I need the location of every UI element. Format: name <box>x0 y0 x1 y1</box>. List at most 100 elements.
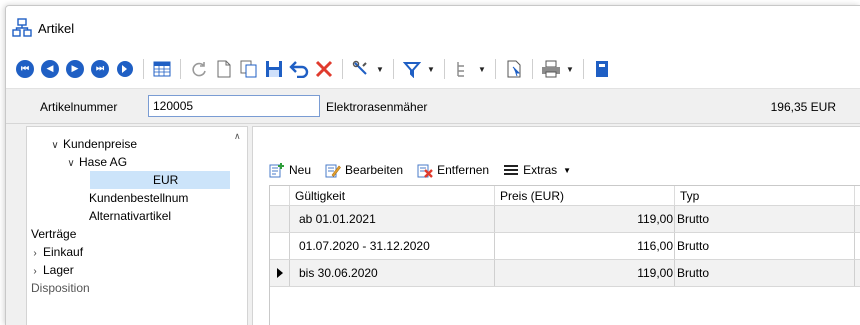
row-indicator-header <box>270 186 290 205</box>
cell-typ[interactable]: Brutto <box>675 233 855 259</box>
tree-item-label: Verträge <box>31 227 77 241</box>
table-row[interactable]: 01.07.2020 - 31.12.2020 116,00 Brutto <box>270 233 860 260</box>
article-number-input[interactable] <box>148 95 320 117</box>
cell-extra[interactable] <box>855 206 860 232</box>
chevron-up-icon[interactable]: ∧ <box>234 131 241 142</box>
cell-preis[interactable]: 119,00 <box>495 260 675 286</box>
price-grid: Gültigkeit Preis (EUR) Typ R ab 01.01.20… <box>269 185 860 325</box>
toolbar-separator <box>532 59 533 79</box>
toolbar-separator <box>143 59 144 79</box>
extras-menu-button[interactable]: Extras ▼ <box>503 162 571 178</box>
tools-dropdown-arrow[interactable]: ▼ <box>375 58 385 80</box>
title-bar: Artikel <box>6 6 860 50</box>
chevron-down-icon[interactable]: ∨ <box>63 155 79 173</box>
toolbar-separator <box>444 59 445 79</box>
delete-button[interactable] <box>313 58 335 80</box>
tree-item-einkauf[interactable]: › Einkauf <box>27 243 83 261</box>
row-indicator[interactable] <box>270 206 290 232</box>
cell-typ[interactable]: Brutto <box>675 260 855 286</box>
edit-entry-label: Bearbeiten <box>345 163 404 177</box>
previous-icon: ◀ <box>41 60 59 78</box>
notebook-button[interactable] <box>591 58 613 80</box>
cell-gueltigkeit[interactable]: bis 30.06.2020 <box>290 260 495 286</box>
cell-gueltigkeit[interactable]: 01.07.2020 - 31.12.2020 <box>290 233 495 259</box>
article-header: Artikelnummer Elektrorasenmäher 196,35 E… <box>6 88 860 124</box>
toolbar-separator <box>342 59 343 79</box>
undo-button[interactable] <box>288 58 310 80</box>
tree-scrollbar[interactable]: ∧ <box>230 127 247 325</box>
new-entry-label: Neu <box>289 163 312 177</box>
first-icon: ⏮ <box>16 60 34 78</box>
first-record-button[interactable]: ⏮ <box>14 58 36 80</box>
cell-extra[interactable] <box>855 260 860 286</box>
tree-item-label: Kundenbestellnum <box>89 191 189 205</box>
table-row[interactable]: bis 30.06.2020 119,00 Brutto <box>270 260 860 287</box>
copy-button[interactable] <box>238 58 260 80</box>
tree-item-vertraege[interactable]: Verträge <box>31 225 76 243</box>
detail-panel: Neu Bearbeiten Entfernen Extras ▼ Gültig… <box>252 126 860 325</box>
tree-item-kundenbestellnummer[interactable]: Kundenbestellnum <box>89 189 229 207</box>
filter-button[interactable] <box>401 58 423 80</box>
cell-preis[interactable]: 119,00 <box>495 206 675 232</box>
tree-dropdown-arrow[interactable]: ▼ <box>477 58 487 80</box>
detail-toolbar: Neu Bearbeiten Entfernen Extras ▼ <box>269 159 585 181</box>
save-button[interactable] <box>263 58 285 80</box>
tree-item-alternativartikel[interactable]: Alternativartikel <box>89 207 171 225</box>
document-button[interactable] <box>503 58 525 80</box>
tree-item-eur[interactable]: EUR <box>90 171 230 189</box>
undo-icon <box>289 61 309 78</box>
row-indicator[interactable] <box>270 233 290 259</box>
delete-icon <box>315 60 333 78</box>
remove-entry-button[interactable]: Entfernen <box>417 162 489 178</box>
column-header-extra[interactable]: R <box>855 186 860 205</box>
browse-button[interactable] <box>114 58 136 80</box>
row-indicator[interactable] <box>270 260 290 286</box>
tree-item-label: Einkauf <box>43 245 84 259</box>
refresh-button[interactable] <box>188 58 210 80</box>
toolbar-separator <box>180 59 181 79</box>
cell-preis[interactable]: 116,00 <box>495 233 675 259</box>
tree-item-label: Disposition <box>31 281 90 295</box>
window-title: Artikel <box>38 20 75 36</box>
tree-item-lager[interactable]: › Lager <box>27 261 73 279</box>
tree-item-kundenpreise[interactable]: ∨ Kundenpreise <box>47 135 137 153</box>
print-dropdown-arrow[interactable]: ▼ <box>565 58 575 80</box>
edit-entry-button[interactable]: Bearbeiten <box>325 162 403 178</box>
refresh-icon <box>192 62 206 77</box>
next-record-button[interactable]: ▶ <box>64 58 86 80</box>
tree-item-disposition[interactable]: Disposition <box>31 279 90 297</box>
toolbar-separator <box>393 59 394 79</box>
remove-icon <box>417 164 433 178</box>
tools-button[interactable] <box>350 58 372 80</box>
copy-icon <box>240 60 257 78</box>
document-icon <box>507 60 521 78</box>
navigation-tree: ∨ Kundenpreise ∨ Hase AG EUR Kundenbestell… <box>26 126 248 325</box>
cell-typ[interactable]: Brutto <box>675 206 855 232</box>
print-icon <box>542 60 560 78</box>
tree-item-hase-ag[interactable]: ∨ Hase AG <box>63 153 127 171</box>
column-header-typ[interactable]: Typ <box>675 186 855 205</box>
toolbar-separator <box>583 59 584 79</box>
last-record-button[interactable]: ⏭ <box>89 58 111 80</box>
new-button[interactable] <box>213 58 235 80</box>
article-name: Elektrorasenmäher <box>326 100 428 114</box>
print-button[interactable] <box>540 58 562 80</box>
filter-dropdown-arrow[interactable]: ▼ <box>426 58 436 80</box>
table-icon <box>153 61 171 77</box>
tree-button[interactable] <box>452 58 474 80</box>
cell-extra[interactable] <box>855 233 860 259</box>
column-header-gueltigkeit[interactable]: Gültigkeit <box>290 186 495 205</box>
menu-icon <box>504 165 519 175</box>
column-header-preis[interactable]: Preis (EUR) <box>495 186 675 205</box>
chevron-down-icon[interactable]: ∨ <box>47 137 63 155</box>
tree-item-label: Kundenpreise <box>63 137 138 151</box>
table-row[interactable]: ab 01.01.2021 119,00 Brutto <box>270 206 860 233</box>
previous-record-button[interactable]: ◀ <box>39 58 61 80</box>
add-icon <box>269 163 284 178</box>
table-button[interactable] <box>151 58 173 80</box>
cell-gueltigkeit[interactable]: ab 01.01.2021 <box>290 206 495 232</box>
edit-icon <box>325 164 341 178</box>
new-entry-button[interactable]: Neu <box>269 162 311 178</box>
new-document-icon <box>217 60 231 78</box>
tree-item-label: Alternativartikel <box>89 209 172 223</box>
